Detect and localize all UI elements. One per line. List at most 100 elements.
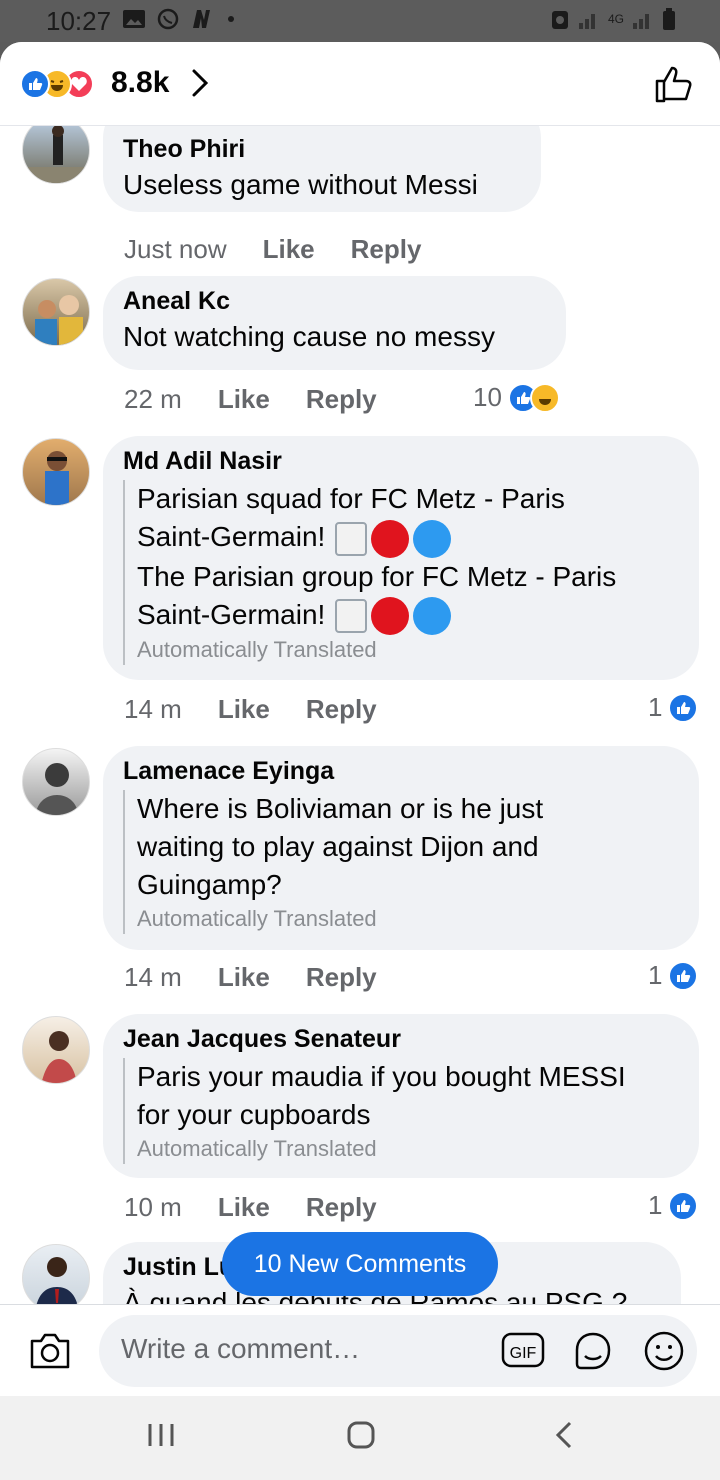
comment-text: Where is Boliviaman or is he just xyxy=(137,793,544,824)
comment-bubble[interactable]: Aneal Kc Not watching cause no messy xyxy=(103,276,566,370)
reaction-count[interactable]: 8.8k xyxy=(111,66,169,100)
comment-text: Paris your maudia if you bought MESSI xyxy=(137,1061,626,1092)
comment-text: for your cupboards xyxy=(137,1099,371,1130)
network-type: 4G xyxy=(607,11,624,26)
comment-time: Just now xyxy=(124,234,227,264)
gif-label: GIF xyxy=(510,1345,537,1362)
notification-dot xyxy=(228,16,234,22)
blue-circle-emoji xyxy=(413,519,452,558)
reply-button[interactable]: Reply xyxy=(306,694,377,725)
emoji-icon[interactable] xyxy=(643,1330,685,1372)
comment-placeholder: Write a comment… xyxy=(121,1333,361,1364)
comment-text: Useless game without Messi xyxy=(123,169,478,200)
like-icon xyxy=(668,960,699,991)
comment-bubble[interactable]: Jean Jacques Senateur Paris your maudia … xyxy=(103,1014,699,1178)
comment-time: 10 m xyxy=(124,1192,182,1222)
comment-reactions[interactable]: 10 xyxy=(473,382,560,413)
battery-icon xyxy=(663,8,675,30)
red-circle-emoji xyxy=(371,519,410,558)
avatar[interactable] xyxy=(22,748,90,816)
status-bar: 10:27 4G xyxy=(0,0,720,42)
status-time: 10:27 xyxy=(46,6,112,36)
like-outline-icon[interactable] xyxy=(654,64,694,104)
like-button[interactable]: Like xyxy=(263,234,315,265)
system-nav-bar xyxy=(0,1396,720,1480)
camera-icon[interactable] xyxy=(28,1331,72,1371)
whatsapp-icon xyxy=(157,8,179,30)
like-button[interactable]: Like xyxy=(218,384,270,415)
auto-translated-label[interactable]: Automatically Translated xyxy=(137,904,675,934)
comment-bubble[interactable]: Theo Phiri Useless game without Messi xyxy=(103,126,541,212)
comment-reactions[interactable]: 1 xyxy=(648,692,699,723)
avatar[interactable] xyxy=(22,126,90,184)
news-n-icon xyxy=(193,10,210,28)
new-comments-button[interactable]: 10 New Comments xyxy=(222,1232,498,1296)
like-icon xyxy=(668,692,699,723)
red-circle-emoji xyxy=(371,597,410,636)
back-icon[interactable] xyxy=(552,1420,576,1450)
comment-author[interactable]: Lamenace Eyinga xyxy=(123,754,675,788)
like-button[interactable]: Like xyxy=(218,962,270,993)
comment-author[interactable]: Md Adil Nasir xyxy=(123,444,675,478)
auto-translated-label[interactable]: Automatically Translated xyxy=(137,1134,675,1164)
reaction-count: 10 xyxy=(473,382,502,412)
reply-button[interactable]: Reply xyxy=(306,1192,377,1223)
comment-text: waiting to play against Dijon and xyxy=(137,831,539,862)
signal-icon-2 xyxy=(633,14,649,29)
comment-actions: 14 m Like Reply xyxy=(124,962,377,993)
comment-reactions[interactable]: 1 xyxy=(648,1190,699,1221)
comment-author[interactable]: Theo Phiri xyxy=(123,132,517,166)
comment-time: 14 m xyxy=(124,694,182,724)
comment-text: Guingamp? xyxy=(137,869,282,900)
avatar[interactable] xyxy=(22,1244,90,1306)
blue-circle-emoji xyxy=(413,597,452,636)
comment-bubble[interactable]: Md Adil Nasir Parisian squad for FC Metz… xyxy=(103,436,699,680)
comment-actions: 14 m Like Reply xyxy=(124,694,377,725)
avatar[interactable] xyxy=(22,1016,90,1084)
comment-actions: 10 m Like Reply xyxy=(124,1192,377,1223)
comment-text: Saint-Germain! xyxy=(137,598,326,630)
comment-actions: 22 m Like Reply xyxy=(124,384,377,415)
clipboard-emoji xyxy=(335,599,368,634)
sticker-icon[interactable] xyxy=(571,1330,615,1372)
comment-text: Saint-Germain! xyxy=(137,521,326,552)
clipboard-emoji xyxy=(335,521,368,556)
reaction-count: 1 xyxy=(648,1190,663,1220)
home-icon[interactable] xyxy=(346,1420,376,1450)
signal-icon xyxy=(578,14,595,29)
haha-icon xyxy=(529,382,560,413)
comment-time: 22 m xyxy=(124,384,182,414)
avatar[interactable] xyxy=(22,278,90,346)
gallery-icon xyxy=(123,10,145,28)
comment-list[interactable]: Theo Phiri Useless game without Messi Ju… xyxy=(0,126,720,1306)
comment-composer: Write a comment… GIF xyxy=(0,1304,720,1396)
alarm-icon xyxy=(551,11,568,29)
comment-author[interactable]: Aneal Kc xyxy=(123,284,542,318)
reactions-summary[interactable] xyxy=(20,69,94,99)
recent-apps-icon[interactable] xyxy=(146,1420,176,1450)
comment-input[interactable]: Write a comment… GIF xyxy=(99,1315,697,1387)
reply-button[interactable]: Reply xyxy=(306,384,377,415)
comments-sheet: 8.8k Theo Phiri Useless game without Mes… xyxy=(0,42,720,1396)
comment-author[interactable]: Jean Jacques Senateur xyxy=(123,1022,675,1056)
reaction-count: 1 xyxy=(648,692,663,722)
comment-time: 14 m xyxy=(124,962,182,992)
comment-reactions[interactable]: 1 xyxy=(648,960,699,991)
like-icon xyxy=(668,1190,699,1221)
comment-bubble[interactable]: Lamenace Eyinga Where is Boliviaman or i… xyxy=(103,746,699,950)
gif-icon[interactable]: GIF xyxy=(501,1330,545,1370)
comment-text: Not watching cause no messy xyxy=(123,321,495,352)
reactions-header: 8.8k xyxy=(0,42,720,126)
avatar[interactable] xyxy=(22,438,90,506)
like-button[interactable]: Like xyxy=(218,694,270,725)
auto-translated-label[interactable]: Automatically Translated xyxy=(137,635,675,665)
comment-text: Parisian squad for FC Metz - Paris xyxy=(137,483,565,514)
reaction-count: 1 xyxy=(648,960,663,990)
chevron-right-icon[interactable] xyxy=(190,68,210,98)
comment-actions: Just now Like Reply xyxy=(124,234,421,265)
like-icon xyxy=(20,69,50,99)
reply-button[interactable]: Reply xyxy=(351,234,422,265)
like-button[interactable]: Like xyxy=(218,1192,270,1223)
comment-text: The Parisian group for FC Metz - Paris xyxy=(137,560,617,592)
reply-button[interactable]: Reply xyxy=(306,962,377,993)
